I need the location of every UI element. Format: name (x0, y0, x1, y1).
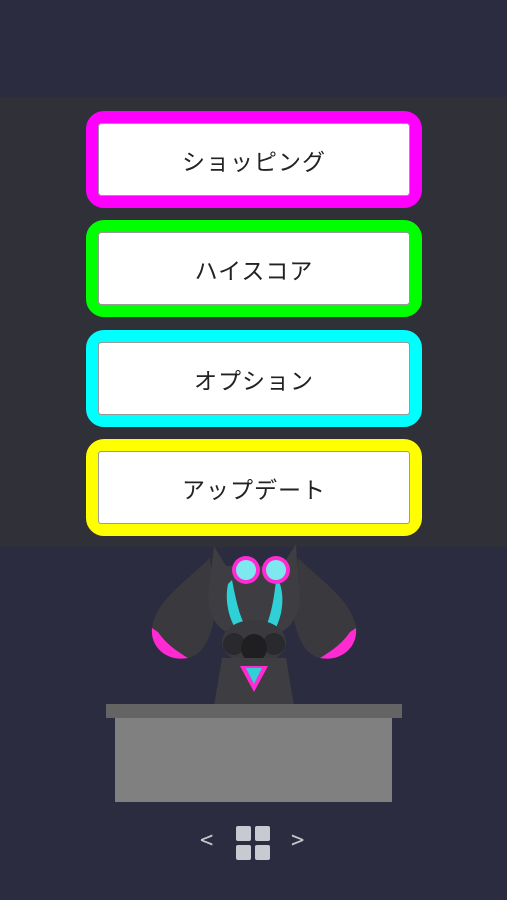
grid-icon[interactable] (236, 826, 271, 861)
shopping-button[interactable]: ショッピング (86, 111, 422, 208)
grid-icon-cell (255, 826, 270, 841)
desk-top (106, 704, 402, 718)
highscore-button[interactable]: ハイスコア (86, 220, 422, 317)
grid-icon-cell (236, 826, 251, 841)
grid-icon-cell (236, 845, 251, 860)
grid-icon-cell (255, 845, 270, 860)
character-goggle-right-lens (266, 560, 286, 580)
game-screen: ショッピング ハイスコア オプション アップデート < > (0, 0, 507, 900)
next-arrow-button[interactable]: > (291, 828, 304, 853)
character-mask-center (241, 634, 267, 662)
highscore-button-label: ハイスコア (194, 258, 314, 285)
update-button[interactable]: アップデート (86, 439, 422, 536)
bottom-navigation: < > (0, 822, 507, 866)
character-illustration (151, 544, 357, 706)
options-button-label: オプション (194, 368, 314, 395)
desk (106, 704, 402, 802)
update-button-label: アップデート (182, 477, 326, 504)
previous-arrow-button[interactable]: < (200, 828, 213, 853)
desk-body (115, 718, 392, 802)
options-button[interactable]: オプション (86, 330, 422, 427)
shopping-button-label: ショッピング (182, 149, 326, 176)
character-goggle-left-lens (236, 560, 256, 580)
